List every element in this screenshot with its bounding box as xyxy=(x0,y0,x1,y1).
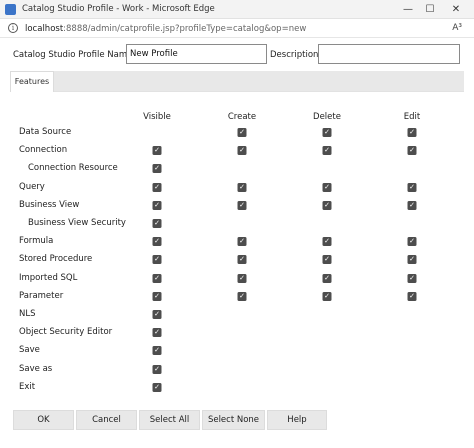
delete-checkbox[interactable]: ✓ xyxy=(322,128,332,137)
feature-row: Data Source ✓ ✓ ✓ xyxy=(0,127,474,141)
select-none-button[interactable]: Select None xyxy=(202,410,265,430)
feature-row: Imported SQL ✓ ✓ ✓ ✓ xyxy=(0,273,474,287)
create-checkbox[interactable]: ✓ xyxy=(237,237,247,247)
ok-button[interactable]: OK xyxy=(13,410,74,430)
visible-checkbox[interactable]: ✓ xyxy=(152,146,162,156)
feature-label: Imported SQL xyxy=(19,272,78,283)
column-delete: Delete xyxy=(313,112,341,122)
feature-row: Query ✓ ✓ ✓ ✓ xyxy=(0,182,474,196)
url-path: :8888/admin/catprofile.jsp?profileType=c… xyxy=(63,24,307,34)
info-icon[interactable]: i xyxy=(8,23,18,33)
create-checkbox[interactable]: ✓ xyxy=(237,255,247,265)
feature-row: Connection ✓ ✓ ✓ ✓ xyxy=(0,145,474,159)
feature-row: Connection Resource ✓ xyxy=(0,163,474,177)
select-all-button[interactable]: Select All xyxy=(139,410,200,430)
feature-label: Exit xyxy=(19,381,36,392)
edit-checkbox[interactable]: ✓ xyxy=(407,128,417,137)
profile-name-input[interactable]: New Profile xyxy=(126,44,267,64)
visible-checkbox[interactable]: ✓ xyxy=(152,328,162,338)
feature-label: Connection Resource xyxy=(28,163,118,174)
visible-checkbox[interactable]: ✓ xyxy=(152,164,162,174)
create-checkbox[interactable]: ✓ xyxy=(237,182,247,192)
delete-checkbox[interactable]: ✓ xyxy=(322,182,332,192)
feature-label: Parameter xyxy=(19,290,64,301)
feature-label: Stored Procedure xyxy=(19,254,93,265)
feature-row: Parameter ✓ ✓ ✓ ✓ xyxy=(0,291,474,305)
edit-checkbox[interactable]: ✓ xyxy=(407,291,417,301)
column-edit: Edit xyxy=(403,112,421,122)
create-checkbox[interactable]: ✓ xyxy=(237,291,247,301)
visible-checkbox[interactable]: ✓ xyxy=(152,382,162,392)
profile-form: Catalog Studio Profile Name: New Profile… xyxy=(0,44,474,66)
edit-checkbox[interactable]: ✓ xyxy=(407,255,417,265)
create-checkbox[interactable]: ✓ xyxy=(237,200,247,210)
edit-checkbox[interactable]: ✓ xyxy=(407,273,417,283)
column-create: Create xyxy=(227,112,257,122)
delete-checkbox[interactable]: ✓ xyxy=(322,273,332,283)
visible-checkbox[interactable]: ✓ xyxy=(152,182,162,192)
delete-checkbox[interactable]: ✓ xyxy=(322,200,332,210)
feature-row: Formula ✓ ✓ ✓ ✓ xyxy=(0,236,474,250)
cancel-button[interactable]: Cancel xyxy=(76,410,137,430)
feature-label: Query xyxy=(19,181,45,192)
grid-header: Visible Create Delete Edit xyxy=(0,112,474,124)
visible-checkbox[interactable]: ✓ xyxy=(152,364,162,374)
delete-checkbox[interactable]: ✓ xyxy=(322,291,332,301)
tab-strip: Features xyxy=(10,71,464,92)
description-label: Description: xyxy=(270,50,322,60)
create-checkbox[interactable]: ✓ xyxy=(237,128,247,137)
edit-checkbox[interactable]: ✓ xyxy=(407,146,417,156)
visible-checkbox[interactable]: ✓ xyxy=(152,237,162,247)
visible-checkbox[interactable]: ✓ xyxy=(152,346,162,356)
read-aloud-icon[interactable]: A³ xyxy=(452,23,462,33)
minimize-button[interactable]: — xyxy=(400,2,416,17)
feature-label: Save as xyxy=(19,363,53,374)
window-title: Catalog Studio Profile - Work - Microsof… xyxy=(22,4,215,14)
delete-checkbox[interactable]: ✓ xyxy=(322,146,332,156)
feature-row: NLS ✓ xyxy=(0,309,474,323)
edit-checkbox[interactable]: ✓ xyxy=(407,237,417,247)
maximize-button[interactable]: ☐ xyxy=(422,2,438,17)
description-input[interactable] xyxy=(318,44,460,64)
help-button[interactable]: Help xyxy=(267,410,327,430)
feature-row: Business View ✓ ✓ ✓ ✓ xyxy=(0,200,474,214)
visible-checkbox[interactable]: ✓ xyxy=(152,219,162,228)
feature-label: Data Source xyxy=(19,127,72,137)
feature-label: Object Security Editor xyxy=(19,327,113,338)
feature-row: Stored Procedure ✓ ✓ ✓ ✓ xyxy=(0,254,474,268)
visible-checkbox[interactable]: ✓ xyxy=(152,200,162,210)
edit-checkbox[interactable]: ✓ xyxy=(407,182,417,192)
tab-features[interactable]: Features xyxy=(10,71,54,92)
url-host: localhost xyxy=(25,24,64,34)
feature-label: Business View xyxy=(19,199,80,210)
visible-checkbox[interactable]: ✓ xyxy=(152,291,162,301)
close-button[interactable]: ✕ xyxy=(448,2,464,17)
url-text[interactable]: localhost:8888/admin/catprofile.jsp?prof… xyxy=(25,24,306,34)
feature-row: Save ✓ xyxy=(0,345,474,359)
feature-row: Object Security Editor ✓ xyxy=(0,327,474,341)
visible-checkbox[interactable]: ✓ xyxy=(152,310,162,319)
column-visible: Visible xyxy=(143,112,171,122)
delete-checkbox[interactable]: ✓ xyxy=(322,255,332,265)
feature-label: Save xyxy=(19,345,40,356)
create-checkbox[interactable]: ✓ xyxy=(237,146,247,156)
address-bar[interactable]: i localhost:8888/admin/catprofile.jsp?pr… xyxy=(0,19,474,38)
feature-row: Save as ✓ xyxy=(0,364,474,378)
feature-label: Connection xyxy=(19,145,68,156)
title-bar: Catalog Studio Profile - Work - Microsof… xyxy=(0,0,474,19)
feature-row: Business View Security ✓ xyxy=(0,218,474,232)
app-icon xyxy=(5,4,16,15)
feature-label: Business View Security xyxy=(28,218,126,228)
feature-row: Exit ✓ xyxy=(0,382,474,396)
create-checkbox[interactable]: ✓ xyxy=(237,273,247,283)
feature-label: Formula xyxy=(19,236,54,247)
profile-name-label: Catalog Studio Profile Name: xyxy=(13,50,136,60)
visible-checkbox[interactable]: ✓ xyxy=(152,273,162,283)
feature-label: NLS xyxy=(19,309,36,319)
visible-checkbox[interactable]: ✓ xyxy=(152,255,162,265)
edit-checkbox[interactable]: ✓ xyxy=(407,200,417,210)
delete-checkbox[interactable]: ✓ xyxy=(322,237,332,247)
